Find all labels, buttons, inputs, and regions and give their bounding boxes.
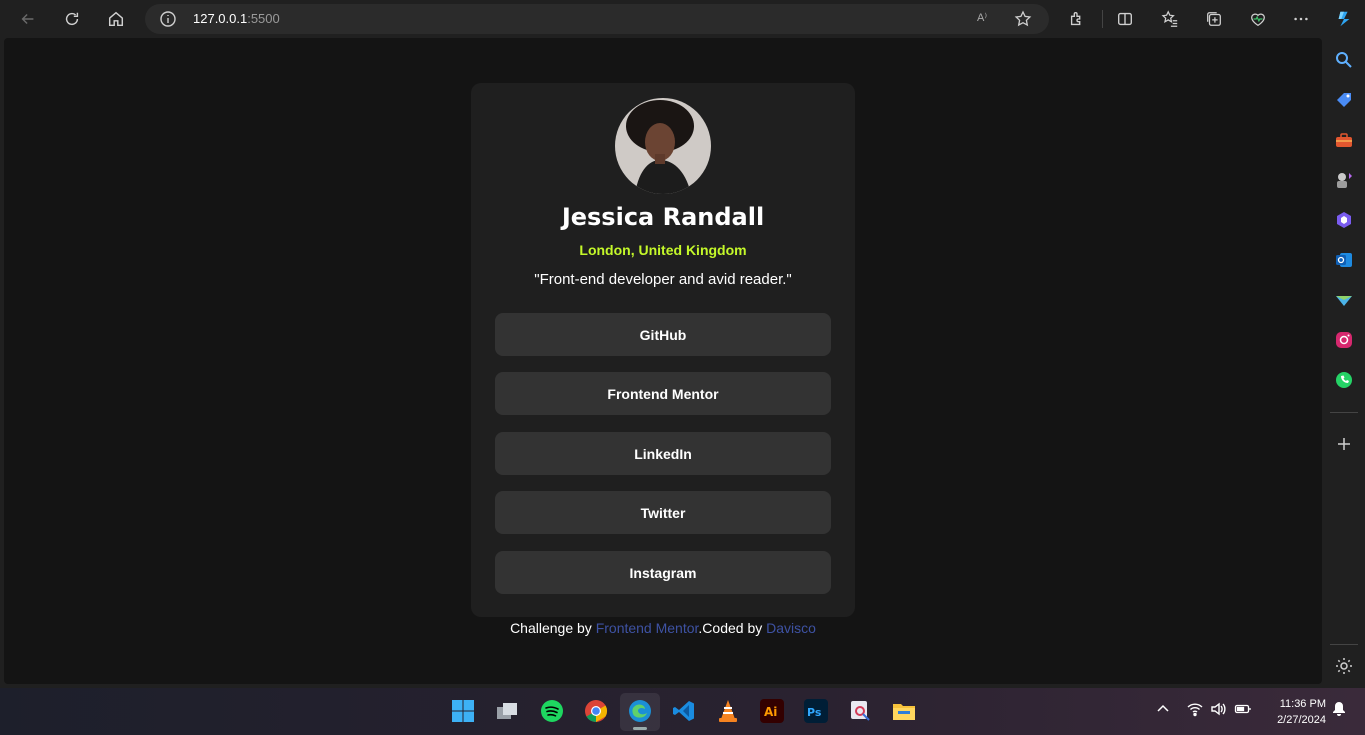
games-icon[interactable] (1334, 170, 1354, 190)
battery-icon[interactable] (1234, 700, 1252, 723)
svg-text:Ps: Ps (807, 706, 822, 719)
copilot-app-icon[interactable] (1334, 210, 1354, 230)
twitter-link-button[interactable]: Twitter (495, 491, 831, 534)
toolbar-divider (1102, 10, 1103, 28)
system-clock[interactable]: 11:36 PM 2/27/2024 (1262, 696, 1326, 728)
settings-gear-icon[interactable] (1334, 656, 1354, 676)
copilot-icon[interactable] (1330, 5, 1358, 33)
page-viewport: Jessica Randall London, United Kingdom "… (4, 38, 1322, 684)
linkedin-link-button[interactable]: LinkedIn (495, 432, 831, 475)
collections-icon[interactable] (1200, 5, 1228, 33)
author-credit-link[interactable]: Davisco (766, 620, 816, 636)
refresh-icon[interactable] (58, 5, 86, 33)
notification-bell-icon[interactable] (1330, 700, 1348, 723)
tools-icon[interactable] (1334, 130, 1354, 150)
profile-location: London, United Kingdom (579, 242, 747, 258)
vlc-icon[interactable] (716, 699, 740, 723)
profile-card: Jessica Randall London, United Kingdom "… (471, 83, 855, 617)
instagram-link-button[interactable]: Instagram (495, 551, 831, 594)
chrome-icon[interactable] (584, 699, 608, 723)
back-icon[interactable] (14, 5, 42, 33)
instagram-icon[interactable] (1334, 330, 1354, 350)
profile-name: Jessica Randall (561, 203, 765, 231)
url-text[interactable]: 127.0.0.1:5500 (193, 11, 280, 26)
add-icon[interactable] (1334, 434, 1354, 454)
edge-sidebar (1322, 38, 1365, 688)
read-aloud-icon[interactable]: A⁾ (977, 11, 993, 27)
shopping-tag-icon[interactable] (1334, 90, 1354, 110)
edge-running-indicator (633, 727, 647, 730)
favorites-icon[interactable] (1156, 5, 1184, 33)
attribution-middle: .Coded by (698, 620, 767, 636)
browser-toolbar: 127.0.0.1:5500 A⁾ (0, 0, 1365, 38)
file-explorer-icon[interactable] (892, 699, 916, 723)
photoshop-icon[interactable]: Ps (804, 699, 828, 723)
search-icon[interactable] (1334, 50, 1354, 70)
windows-taskbar: Ai Ps 11:36 PM 2/27/2024 (0, 688, 1365, 735)
frontend-mentor-credit-link[interactable]: Frontend Mentor (596, 620, 699, 636)
wifi-icon[interactable] (1186, 700, 1204, 723)
frontend-mentor-link-button[interactable]: Frontend Mentor (495, 372, 831, 415)
volume-icon[interactable] (1209, 700, 1227, 723)
profile-bio: "Front-end developer and avid reader." (534, 271, 792, 288)
site-info-icon[interactable] (159, 10, 177, 28)
sidebar-divider (1330, 412, 1358, 413)
show-hidden-icons-chevron-icon[interactable] (1154, 700, 1172, 723)
windows-start-icon[interactable] (451, 699, 475, 723)
more-options-icon[interactable] (1287, 5, 1315, 33)
browser-essentials-icon[interactable] (1244, 5, 1272, 33)
task-view-icon[interactable] (495, 699, 519, 723)
vscode-icon[interactable] (672, 699, 696, 723)
home-icon[interactable] (102, 5, 130, 33)
address-bar[interactable]: 127.0.0.1:5500 A⁾ (145, 4, 1049, 34)
favorite-star-icon[interactable] (1014, 10, 1032, 28)
outlook-icon[interactable] (1334, 250, 1354, 270)
split-screen-icon[interactable] (1111, 5, 1139, 33)
edge-active-highlight[interactable] (620, 693, 660, 731)
spotify-icon[interactable] (540, 699, 564, 723)
whatsapp-icon[interactable] (1334, 370, 1354, 390)
svg-text:Ai: Ai (764, 705, 777, 719)
telegram-icon[interactable] (1334, 290, 1354, 310)
avatar (615, 98, 711, 194)
snipping-tool-icon[interactable] (848, 699, 872, 723)
extensions-icon[interactable] (1063, 5, 1091, 33)
clock-date: 2/27/2024 (1277, 714, 1326, 726)
attribution: Challenge by Frontend Mentor.Coded by Da… (4, 620, 1322, 636)
sidebar-divider-bottom (1330, 644, 1358, 645)
github-link-button[interactable]: GitHub (495, 313, 831, 356)
clock-time: 11:36 PM (1279, 698, 1326, 710)
illustrator-icon[interactable]: Ai (760, 699, 784, 723)
attribution-prefix: Challenge by (510, 620, 596, 636)
